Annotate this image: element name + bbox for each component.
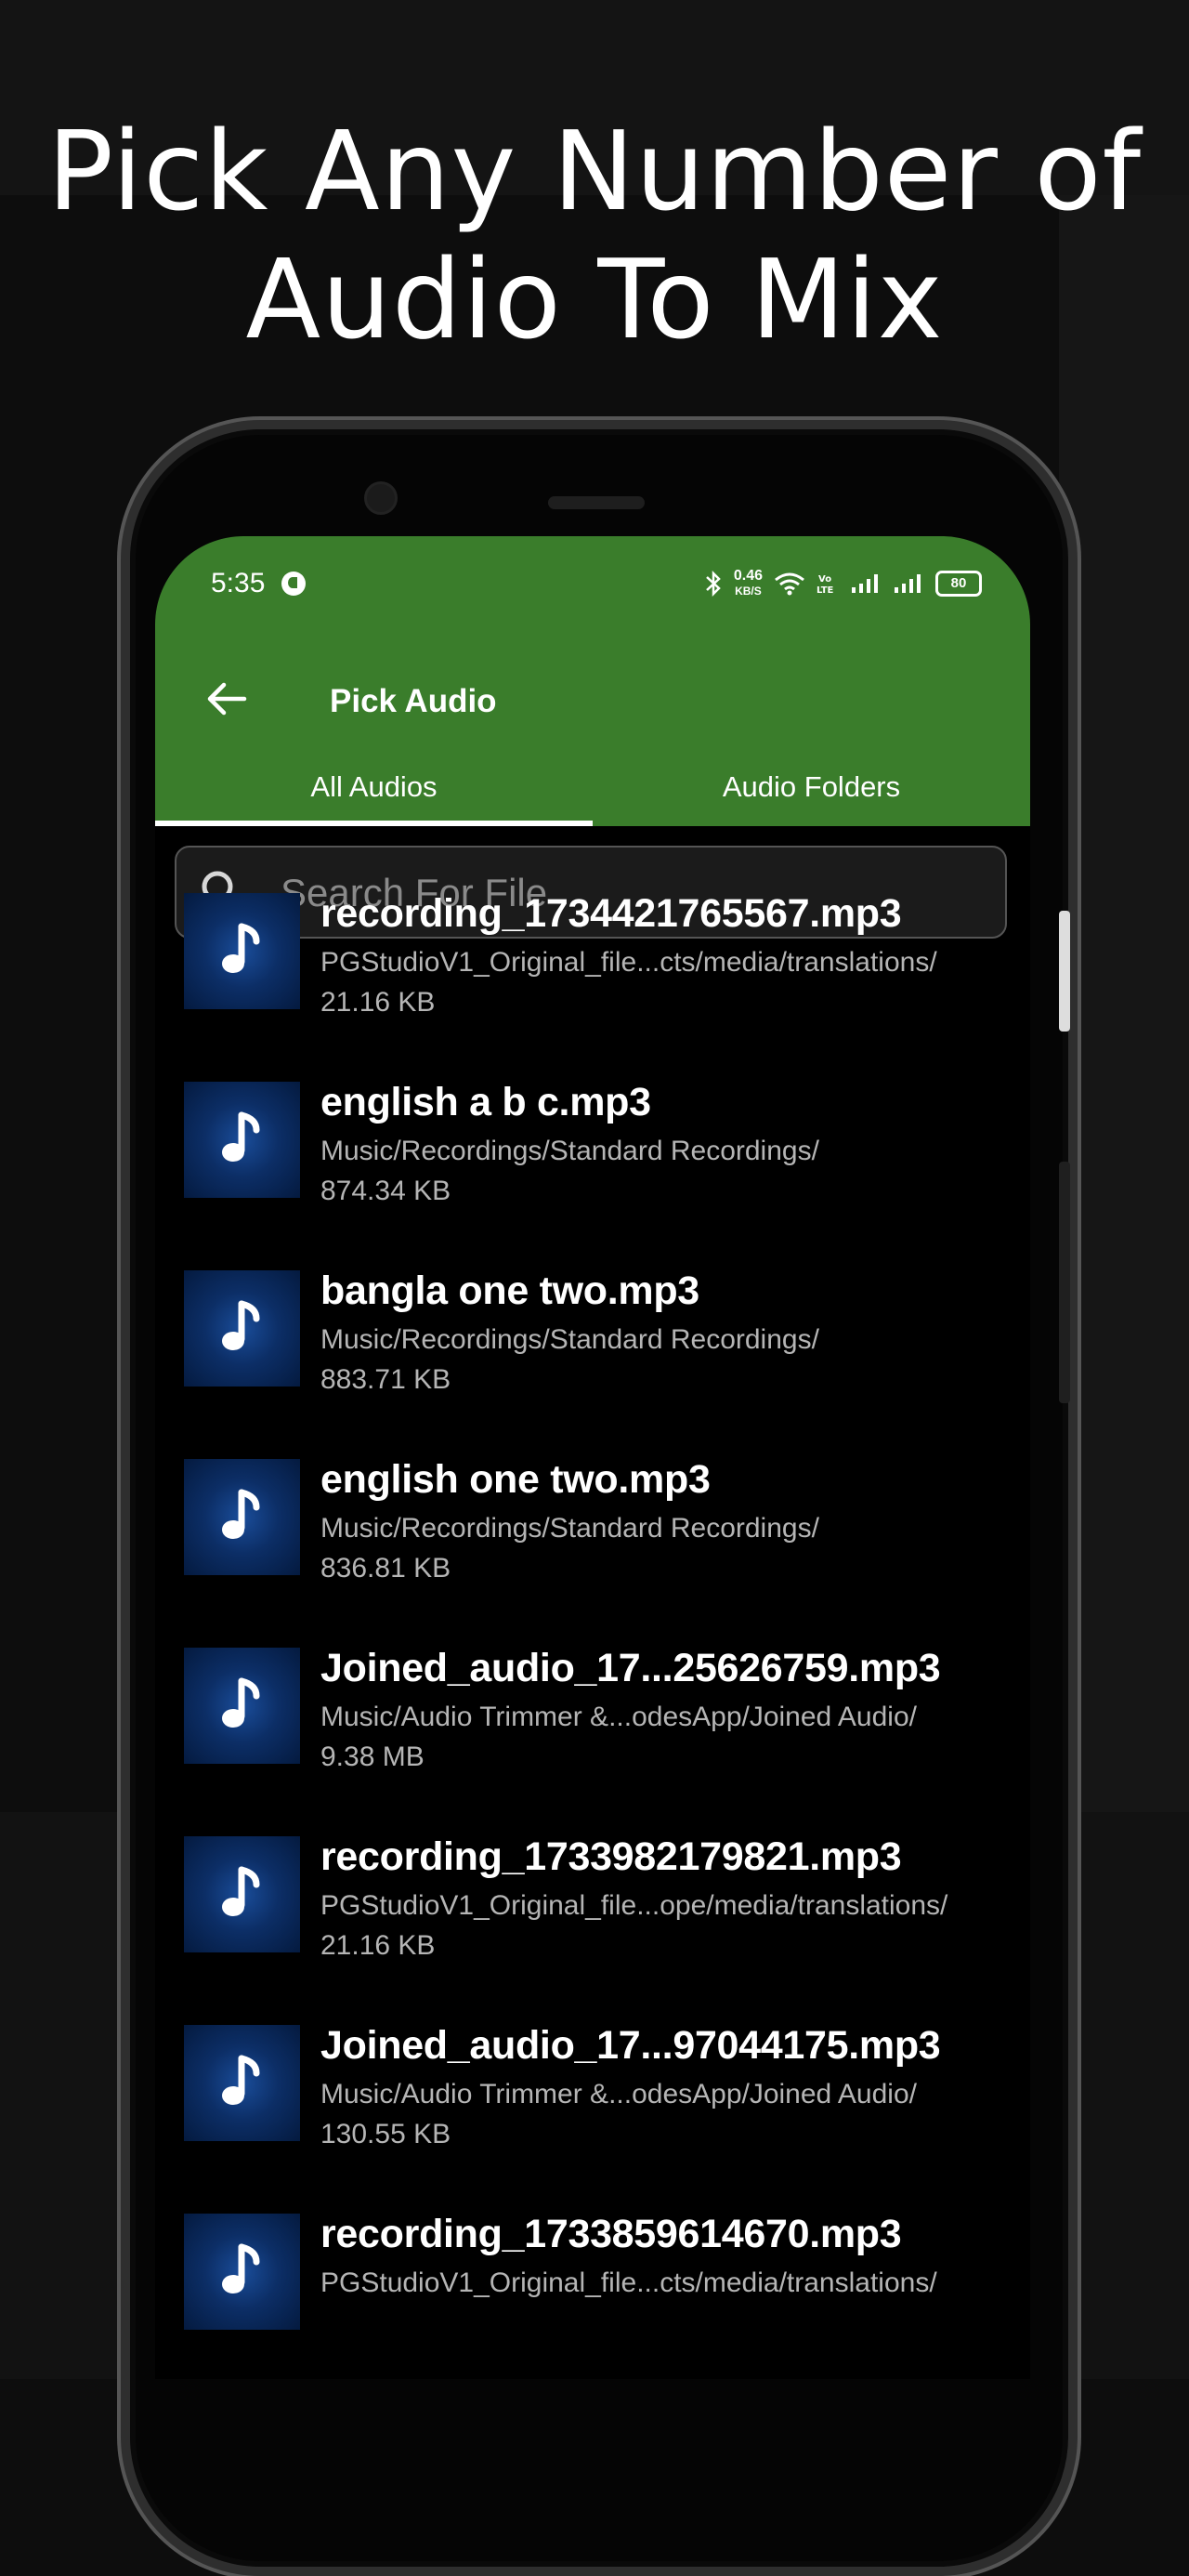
audio-thumbnail bbox=[184, 1082, 300, 1198]
audio-list-item[interactable]: recording_1733982179821.mp3 PGStudioV1_Or… bbox=[155, 1812, 1030, 2001]
headline-line-2: Audio To Mix bbox=[245, 235, 944, 363]
scrollbar-thumb[interactable] bbox=[1059, 911, 1070, 1032]
audio-thumbnail bbox=[184, 2025, 300, 2141]
file-path: PGStudioV1_Original_file...cts/media/tra… bbox=[320, 2267, 937, 2298]
signal-icon bbox=[895, 574, 921, 593]
bluetooth-icon bbox=[706, 571, 721, 597]
music-note-icon bbox=[222, 2243, 260, 2293]
headline-line-1: Pick Any Number of bbox=[46, 107, 1143, 235]
file-path: Music/Audio Trimmer &...odesApp/Joined A… bbox=[320, 1702, 917, 1732]
app-bar: 5:35 0.46 KB/S Vo LTE 80 Pick Audio All … bbox=[155, 536, 1030, 826]
file-path: Music/Audio Trimmer &...odesApp/Joined A… bbox=[320, 2079, 917, 2109]
app-screen: 5:35 0.46 KB/S Vo LTE 80 Pick Audio All … bbox=[155, 536, 1030, 2379]
audio-list-item[interactable]: bangla one two.mp3 Music/Recordings/Stand… bbox=[155, 1246, 1030, 1435]
volte-icon: Vo LTE bbox=[817, 574, 834, 596]
page-title: Pick Audio bbox=[330, 683, 497, 719]
notification-icon bbox=[281, 572, 307, 596]
status-bar: 5:35 0.46 KB/S Vo LTE 80 bbox=[211, 560, 982, 607]
wifi-icon bbox=[775, 572, 804, 596]
file-path: Music/Recordings/Standard Recordings/ bbox=[320, 1513, 819, 1544]
file-name: Joined_audio_17...25626759.mp3 bbox=[320, 1646, 941, 1690]
file-path: Music/Recordings/Standard Recordings/ bbox=[320, 1136, 819, 1166]
file-size: 883.71 KB bbox=[320, 1364, 451, 1395]
file-name: english one two.mp3 bbox=[320, 1457, 711, 1502]
music-note-icon bbox=[222, 2055, 260, 2105]
tab-bar: All Audios Audio Folders bbox=[155, 759, 1030, 826]
audio-thumbnail bbox=[184, 2214, 300, 2330]
tab-audio-folders[interactable]: Audio Folders bbox=[593, 759, 1030, 826]
toolbar: Pick Audio bbox=[155, 638, 1030, 750]
audio-list-item[interactable]: Joined_audio_17...97044175.mp3 Music/Audi… bbox=[155, 2001, 1030, 2189]
file-size: 836.81 KB bbox=[320, 1553, 451, 1584]
promo-headline: Pick Any Number of Audio To Mix bbox=[0, 107, 1189, 363]
audio-thumbnail bbox=[184, 893, 300, 1009]
file-size: 130.55 KB bbox=[320, 2119, 451, 2149]
file-size: 21.16 KB bbox=[320, 1930, 436, 1961]
file-name: Joined_audio_17...97044175.mp3 bbox=[320, 2023, 941, 2068]
music-note-icon bbox=[222, 1489, 260, 1539]
battery-icon: 80 bbox=[935, 571, 982, 597]
audio-list-item[interactable]: recording_1733859614670.mp3 PGStudioV1_Or… bbox=[155, 2189, 1030, 2378]
background-shape bbox=[1059, 195, 1189, 1868]
audio-list-item[interactable]: recording_1734421765567.mp3 PGStudioV1_Or… bbox=[155, 869, 1030, 1058]
file-path: PGStudioV1_Original_file...cts/media/tra… bbox=[320, 947, 937, 978]
music-note-icon bbox=[222, 1677, 260, 1728]
music-note-icon bbox=[222, 1111, 260, 1162]
audio-thumbnail bbox=[184, 1270, 300, 1387]
file-size: 874.34 KB bbox=[320, 1176, 451, 1206]
file-size: 21.16 KB bbox=[320, 987, 436, 1018]
network-speed: 0.46 KB/S bbox=[733, 568, 763, 598]
file-name: recording_1733982179821.mp3 bbox=[320, 1834, 902, 1879]
music-note-icon bbox=[222, 1866, 260, 1916]
audio-list-item[interactable]: english one two.mp3 Music/Recordings/Stan… bbox=[155, 1435, 1030, 1623]
back-arrow-icon[interactable] bbox=[203, 676, 250, 722]
tab-all-audios[interactable]: All Audios bbox=[155, 759, 593, 826]
music-note-icon bbox=[222, 1300, 260, 1350]
status-time: 5:35 bbox=[211, 568, 266, 598]
file-name: bangla one two.mp3 bbox=[320, 1268, 699, 1313]
status-icons: 0.46 KB/S Vo LTE 80 bbox=[704, 568, 982, 599]
audio-thumbnail bbox=[184, 1836, 300, 1952]
file-path: Music/Recordings/Standard Recordings/ bbox=[320, 1324, 819, 1355]
file-path: PGStudioV1_Original_file...ope/media/tra… bbox=[320, 1890, 948, 1921]
file-size: 9.38 MB bbox=[320, 1741, 425, 1772]
phone-side-button bbox=[1059, 1162, 1070, 1403]
svg-text:Vo: Vo bbox=[818, 574, 831, 585]
signal-icon bbox=[852, 574, 878, 593]
audio-thumbnail bbox=[184, 1459, 300, 1575]
audio-list-item[interactable]: Joined_audio_17...25626759.mp3 Music/Audi… bbox=[155, 1623, 1030, 1812]
music-note-icon bbox=[222, 923, 260, 973]
front-camera bbox=[364, 481, 398, 515]
audio-list-item[interactable]: english a b c.mp3 Music/Recordings/Standa… bbox=[155, 1058, 1030, 1246]
file-name: recording_1733859614670.mp3 bbox=[320, 2212, 902, 2256]
file-name: recording_1734421765567.mp3 bbox=[320, 891, 902, 936]
svg-text:LTE: LTE bbox=[817, 585, 834, 596]
audio-thumbnail bbox=[184, 1648, 300, 1764]
earpiece-speaker bbox=[548, 496, 645, 509]
file-name: english a b c.mp3 bbox=[320, 1080, 651, 1124]
